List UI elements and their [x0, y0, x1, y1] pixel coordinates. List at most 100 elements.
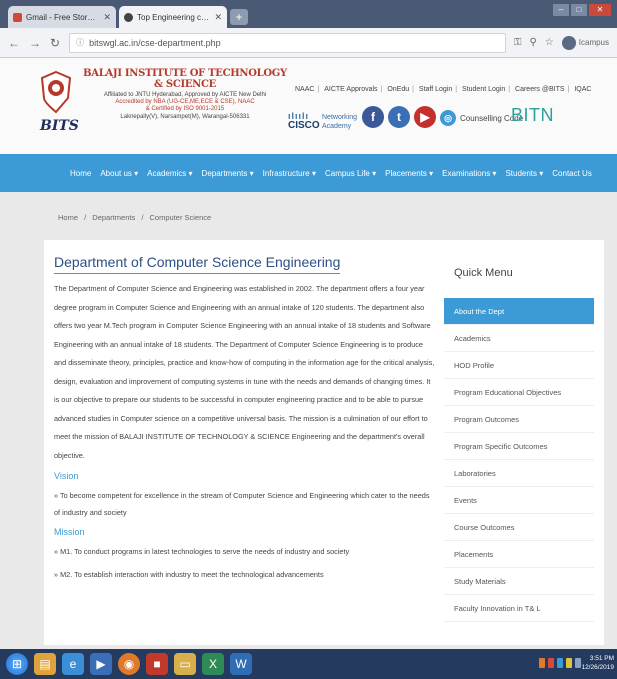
- top-link-student-login[interactable]: Student Login: [462, 86, 505, 93]
- profile-name: Icampus: [578, 38, 609, 47]
- browser-tab-gmail[interactable]: Gmail - Free Storage and Email ✕: [8, 6, 116, 28]
- logo-text[interactable]: BITS: [40, 118, 79, 134]
- breadcrumb-separator: /: [141, 213, 144, 222]
- close-tab-icon[interactable]: ✕: [103, 12, 111, 23]
- quick-menu-hod-profile[interactable]: HOD Profile: [444, 352, 594, 379]
- minimize-icon[interactable]: –: [553, 4, 569, 16]
- quick-menu-laboratories[interactable]: Laboratories: [444, 460, 594, 487]
- media-icon[interactable]: ▶: [90, 653, 112, 675]
- toolbar-icons: ⚿ ⚲ ☆ Icampus: [514, 35, 609, 50]
- quick-menu-faculty-innovation[interactable]: Faculty Innovation in T& L: [444, 595, 594, 622]
- quick-menu-title: Quick Menu: [454, 267, 513, 279]
- top-link-staff-login[interactable]: Staff Login: [419, 86, 452, 93]
- info-icon[interactable]: ⓘ: [76, 37, 84, 48]
- window-controls: – □ ✕: [553, 4, 611, 16]
- top-link-careers[interactable]: Careers @BITS: [515, 86, 565, 93]
- page-title: Department of Computer Science Engineeri…: [54, 254, 341, 274]
- nav-placements[interactable]: Placements ▾: [385, 169, 433, 178]
- clock-date: 12/26/2019: [581, 664, 614, 671]
- browser-tab-bar: Gmail - Free Storage and Email ✕ Top Eng…: [0, 0, 617, 28]
- forward-icon[interactable]: →: [29, 36, 41, 50]
- nav-students[interactable]: Students ▾: [505, 169, 543, 178]
- institute-name: BALAJI INSTITUTE OF TECHNOLOGY & SCIENCE: [83, 68, 287, 90]
- address-bar: ← → ↻ ⓘ bitswgl.ac.in/cse-department.php…: [0, 28, 617, 58]
- facebook-icon[interactable]: f: [362, 106, 384, 128]
- address-line: Laknepally(V), Narsampet(M), Warangal-50…: [120, 114, 250, 120]
- taskbar-clock[interactable]: 3:51 PM 12/26/2019: [581, 654, 614, 672]
- zoom-icon[interactable]: ⚲: [529, 37, 536, 48]
- quick-menu-program-outcomes[interactable]: Program Outcomes: [444, 406, 594, 433]
- app-icon[interactable]: ■: [146, 653, 168, 675]
- new-tab-button[interactable]: +: [230, 9, 248, 25]
- nav-examinations[interactable]: Examinations ▾: [442, 169, 496, 178]
- url-input[interactable]: ⓘ bitswgl.ac.in/cse-department.php: [69, 32, 506, 53]
- top-links: NAAC | AICTE Approvals | OnEdu | Staff Logi…: [295, 86, 592, 93]
- content-card: Department of Computer Science Engineeri…: [44, 240, 604, 645]
- quick-menu: Quick Menu About the Dept Academics HOD …: [444, 248, 594, 622]
- mission-heading: Mission: [54, 527, 85, 537]
- top-link-aicte[interactable]: AICTE Approvals: [324, 86, 377, 93]
- networking-academy-text: Networking Academy: [322, 114, 358, 130]
- cisco-logo[interactable]: ılıılı CISCO Networking Academy: [288, 111, 358, 131]
- nav-contact-us[interactable]: Contact Us: [552, 169, 592, 178]
- institute-block: BALAJI INSTITUTE OF TECHNOLOGY & SCIENCE…: [80, 68, 290, 120]
- accreditation-line: Accredited by NBA (UG-CE,ME,ECE & CSE), …: [115, 99, 255, 105]
- quick-menu-peo[interactable]: Program Educational Objectives: [444, 379, 594, 406]
- excel-icon[interactable]: X: [202, 653, 224, 675]
- nav-campus-life[interactable]: Campus Life ▾: [325, 169, 376, 178]
- quick-menu-academics[interactable]: Academics: [444, 325, 594, 352]
- mission-item: » M1. To conduct programs in latest tech…: [54, 547, 350, 556]
- twitter-icon[interactable]: t: [388, 106, 410, 128]
- tab-title: Gmail - Free Storage and Email: [26, 12, 100, 22]
- quick-menu-course-outcomes[interactable]: Course Outcomes: [444, 514, 594, 541]
- breadcrumb-home[interactable]: Home: [58, 213, 78, 222]
- nav-home[interactable]: Home: [70, 169, 91, 178]
- word-icon[interactable]: W: [230, 653, 252, 675]
- key-icon[interactable]: ⚿: [514, 37, 522, 48]
- ie-icon[interactable]: e: [62, 653, 84, 675]
- close-tab-icon[interactable]: ✕: [214, 12, 222, 23]
- breadcrumb-departments[interactable]: Departments: [92, 213, 135, 222]
- site-favicon-icon: [124, 12, 133, 22]
- back-icon[interactable]: ←: [8, 36, 20, 50]
- clock-time: 3:51 PM: [589, 655, 614, 662]
- firefox-icon[interactable]: ◉: [118, 653, 140, 675]
- nav-about-us[interactable]: About us ▾: [100, 169, 138, 178]
- explorer-icon[interactable]: ▤: [34, 653, 56, 675]
- system-tray[interactable]: [539, 658, 581, 668]
- instagram-icon[interactable]: ◎: [440, 110, 456, 126]
- quick-menu-placements[interactable]: Placements: [444, 541, 594, 568]
- mission-item: » M2. To establish interaction with indu…: [54, 570, 324, 579]
- nav-academics[interactable]: Academics ▾: [147, 169, 192, 178]
- star-icon[interactable]: ☆: [545, 37, 554, 48]
- quick-menu-about-dept[interactable]: About the Dept: [444, 298, 594, 325]
- breadcrumb: Home / Departments / Computer Science: [58, 213, 215, 222]
- vision-heading: Vision: [54, 471, 79, 481]
- close-window-icon[interactable]: ✕: [589, 4, 611, 16]
- top-link-iqac[interactable]: IQAC: [574, 86, 591, 93]
- browser-tab-bits[interactable]: Top Engineering college for CSE ✕: [119, 6, 227, 28]
- start-button[interactable]: ⊞: [6, 653, 28, 675]
- counselling-code: BITN: [511, 105, 555, 125]
- taskbar: ⊞ ▤ e ▶ ◉ ■ ▭ X W 3:51 PM 12/26/2019: [0, 649, 617, 679]
- vision-text: » To become competent for excellence in …: [54, 491, 430, 517]
- nav-infrastructure[interactable]: Infrastructure ▾: [263, 169, 316, 178]
- breadcrumb-current: Computer Science: [149, 213, 212, 222]
- reload-icon[interactable]: ↻: [50, 36, 60, 50]
- profile-button[interactable]: Icampus: [561, 35, 609, 50]
- quick-menu-pso[interactable]: Program Specific Outcomes: [444, 433, 594, 460]
- folder-icon[interactable]: ▭: [174, 653, 196, 675]
- quick-menu-events[interactable]: Events: [444, 487, 594, 514]
- nav-departments[interactable]: Departments ▾: [202, 169, 254, 178]
- youtube-icon[interactable]: ▶: [414, 106, 436, 128]
- main-nav: Home About us ▾ Academics ▾ Departments …: [0, 154, 617, 192]
- certification-line: & Certified by ISO 9001-2015: [145, 106, 225, 112]
- quick-menu-study-materials[interactable]: Study Materials: [444, 568, 594, 595]
- college-emblem-icon: [40, 70, 72, 114]
- top-link-naac[interactable]: NAAC: [295, 86, 314, 93]
- maximize-icon[interactable]: □: [571, 4, 587, 16]
- gmail-favicon-icon: [13, 12, 22, 22]
- top-link-onedu[interactable]: OnEdu: [387, 86, 409, 93]
- avatar: [561, 35, 576, 50]
- site-header: BITS BALAJI INSTITUTE OF TECHNOLOGY & SC…: [0, 58, 617, 154]
